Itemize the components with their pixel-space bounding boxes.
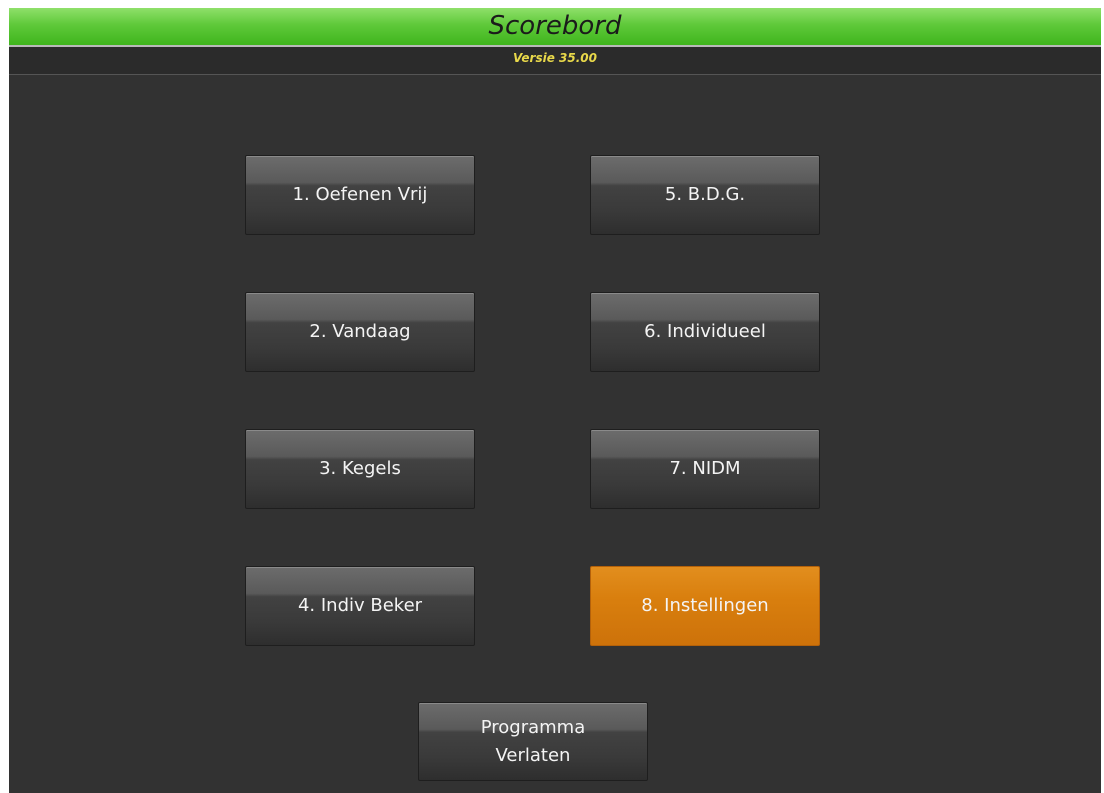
- scorebord-window: Scorebord Versie 35.00 1. Oefenen Vrij 2…: [9, 8, 1101, 793]
- menu-button-oefenen-vrij[interactable]: 1. Oefenen Vrij: [245, 155, 475, 235]
- menu-button-indiv-beker[interactable]: 4. Indiv Beker: [245, 566, 475, 646]
- menu-button-bdg[interactable]: 5. B.D.G.: [590, 155, 820, 235]
- menu-button-individueel[interactable]: 6. Individueel: [590, 292, 820, 372]
- menu-button-kegels[interactable]: 3. Kegels: [245, 429, 475, 509]
- app-title: Scorebord: [488, 11, 622, 41]
- menu-button-nidm[interactable]: 7. NIDM: [590, 429, 820, 509]
- menu-button-label: 6. Individueel: [644, 321, 766, 342]
- menu-button-instellingen[interactable]: 8. Instellingen: [590, 566, 820, 646]
- title-bar: Scorebord: [9, 8, 1101, 47]
- menu-button-label: 2. Vandaag: [309, 321, 411, 342]
- menu-button-label: 8. Instellingen: [641, 595, 769, 616]
- menu-button-vandaag[interactable]: 2. Vandaag: [245, 292, 475, 372]
- menu-button-label: 3. Kegels: [319, 458, 401, 479]
- menu-button-label: 1. Oefenen Vrij: [292, 184, 428, 205]
- menu-button-label: 4. Indiv Beker: [297, 595, 423, 616]
- version-label: Versie 35.00: [513, 51, 597, 65]
- menu-button-label: 5. B.D.G.: [664, 184, 746, 205]
- menu-button-label: 7. NIDM: [669, 458, 741, 479]
- exit-program-button[interactable]: Programma Verlaten: [418, 702, 648, 781]
- exit-button-label: Programma Verlaten: [480, 716, 586, 766]
- version-bar: Versie 35.00: [9, 47, 1101, 75]
